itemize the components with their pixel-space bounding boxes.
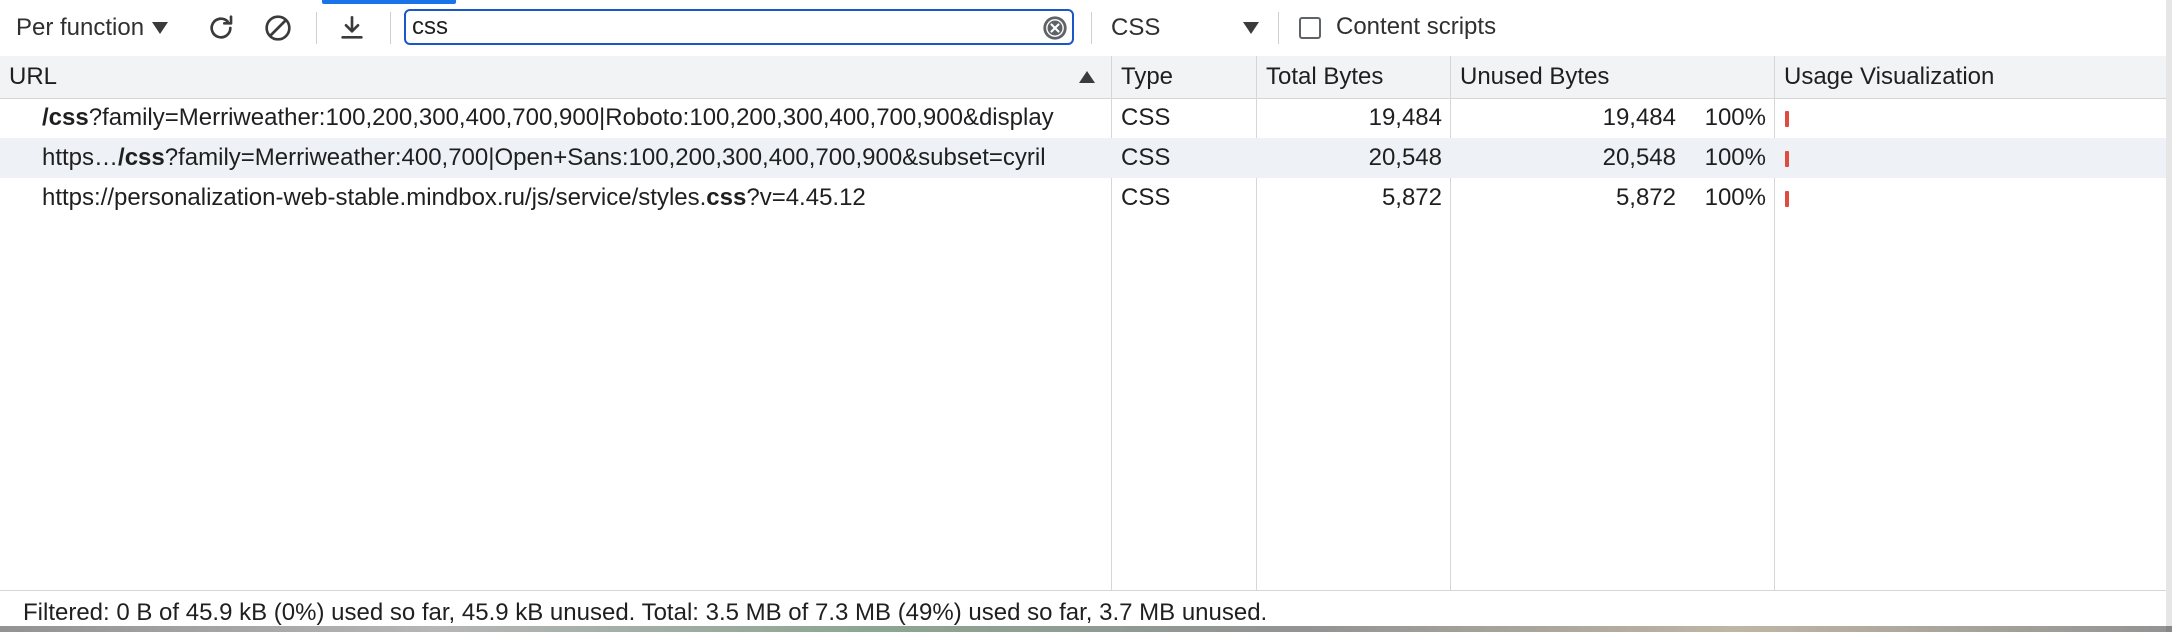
toolbar-separator: [390, 12, 391, 44]
coverage-toolbar: Per function css CSS Content scripts: [0, 0, 2166, 57]
total-bytes-cell: 5,872: [1381, 184, 1442, 211]
table-row[interactable]: https://personalization-web-stable.mindb…: [0, 178, 2166, 218]
url-cell: /css?family=Merriweather:100,200,300,400…: [42, 104, 1054, 131]
reload-button[interactable]: [202, 10, 240, 46]
table-header: URL Type Total Bytes Unused Bytes Usage …: [0, 56, 2166, 99]
url-filter-box[interactable]: [404, 9, 1074, 45]
type-cell: CSS: [1121, 184, 1171, 211]
unused-percent-cell: 100%: [1704, 144, 1766, 171]
caret-down-icon: [152, 22, 169, 34]
status-summary: Filtered: 0 B of 45.9 kB (0%) used so fa…: [23, 599, 1268, 626]
type-cell: CSS: [1121, 104, 1171, 131]
active-tab-indicator: [322, 0, 456, 4]
unused-bytes-cell: 5,872: [1615, 184, 1676, 211]
export-button[interactable]: [333, 10, 371, 46]
unused-percent-cell: 100%: [1704, 184, 1766, 211]
caret-down-icon: [1243, 22, 1259, 34]
toolbar-separator: [1278, 12, 1279, 44]
granularity-dropdown[interactable]: Per function: [16, 10, 169, 46]
url-cell: https…/css?family=Merriweather:400,700|O…: [42, 144, 1046, 171]
unused-bytes-cell: 20,548: [1602, 144, 1676, 171]
url-match: /css: [118, 144, 165, 171]
column-header-unused-bytes[interactable]: Unused Bytes: [1451, 56, 1774, 98]
column-header-total-bytes[interactable]: Total Bytes: [1257, 56, 1450, 98]
unused-bytes-cell: 19,484: [1602, 104, 1676, 131]
url-match: /css: [42, 104, 89, 131]
table-row[interactable]: https…/css?family=Merriweather:400,700|O…: [0, 138, 2166, 178]
clear-button[interactable]: [259, 10, 297, 46]
total-bytes-cell: 20,548: [1368, 144, 1442, 171]
content-scripts-label[interactable]: Content scripts: [1336, 13, 1496, 41]
block-icon: [265, 15, 291, 41]
clear-circle-icon: [1043, 16, 1067, 40]
column-header-usage-visualization[interactable]: Usage Visualization: [1775, 56, 2165, 98]
unused-percent-cell: 100%: [1704, 104, 1766, 131]
column-header-url[interactable]: URL: [0, 56, 1110, 98]
content-scripts-checkbox[interactable]: [1299, 17, 1321, 39]
column-header-type[interactable]: Type: [1112, 56, 1256, 98]
granularity-label: Per function: [16, 14, 145, 41]
download-icon: [341, 15, 363, 39]
url-match: css: [706, 184, 747, 211]
window-bottom-edge: [0, 626, 2172, 632]
coverage-panel: Per function css CSS Content scripts URL…: [0, 0, 2172, 633]
table-row[interactable]: /css?family=Merriweather:100,200,300,400…: [0, 98, 2166, 138]
url-cell: https://personalization-web-stable.mindb…: [42, 184, 866, 211]
type-filter-label: CSS: [1111, 14, 1161, 41]
clear-filter-button[interactable]: [1041, 14, 1069, 42]
unused-bar: [1785, 151, 1789, 167]
toolbar-separator: [316, 12, 317, 44]
unused-bar: [1785, 191, 1789, 207]
reload-icon: [210, 15, 233, 39]
toolbar-separator: [1091, 12, 1092, 44]
sort-ascending-icon: [1079, 71, 1095, 83]
type-filter-dropdown[interactable]: CSS: [1111, 10, 1259, 46]
unused-bar: [1785, 111, 1789, 127]
total-bytes-cell: 19,484: [1368, 104, 1442, 131]
type-cell: CSS: [1121, 144, 1171, 171]
url-filter-input[interactable]: [412, 12, 1012, 42]
coverage-table: URL Type Total Bytes Unused Bytes Usage …: [0, 56, 2166, 590]
